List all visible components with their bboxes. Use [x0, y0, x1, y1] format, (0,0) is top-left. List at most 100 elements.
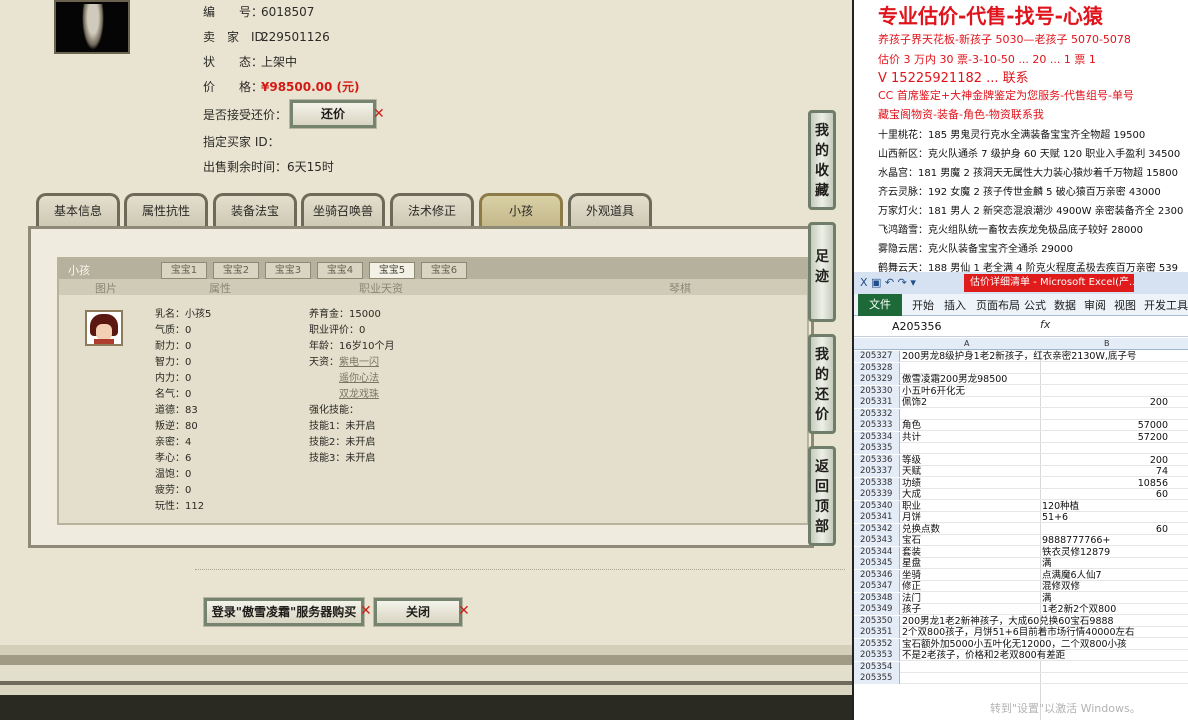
cell-a[interactable]: 修正: [902, 581, 921, 592]
table-row[interactable]: 205330 小五叶6开化无: [854, 385, 1188, 397]
row-number[interactable]: 205338: [854, 477, 900, 489]
table-row[interactable]: 205347 修正 混修双修: [854, 581, 1188, 592]
row-number[interactable]: 205354: [854, 661, 900, 673]
cell-a[interactable]: 套装: [902, 547, 921, 558]
cell-b[interactable]: 200: [1150, 397, 1168, 408]
tab-baby-5[interactable]: 宝宝5: [369, 262, 415, 279]
cell-b[interactable]: 1老2新2个双800: [1042, 604, 1116, 615]
row-number[interactable]: 205337: [854, 466, 900, 477]
row-number[interactable]: 205327: [854, 351, 900, 362]
cell-b[interactable]: 200: [1150, 455, 1168, 466]
table-row[interactable]: 205328: [854, 362, 1188, 374]
cell-a[interactable]: 角色: [902, 420, 921, 431]
table-row[interactable]: 205353 不是2老孩子，价格和2老双800有差距: [854, 650, 1188, 661]
name-box[interactable]: A205356: [886, 318, 1006, 335]
tab-page-layout[interactable]: 页面布局: [976, 297, 1020, 313]
row-number[interactable]: 205352: [854, 638, 900, 650]
row-number[interactable]: 205349: [854, 604, 900, 615]
my-counter-offers-button[interactable]: 我 的 还 价: [808, 334, 836, 434]
quick-access-toolbar[interactable]: X ▣ ↶ ↷ ▾: [860, 276, 916, 289]
cell-b[interactable]: 74: [1156, 466, 1168, 477]
tab-basic-info[interactable]: 基本信息: [36, 193, 120, 227]
row-number[interactable]: 205345: [854, 558, 900, 569]
row-number[interactable]: 205330: [854, 385, 900, 397]
tab-children[interactable]: 小孩: [479, 193, 563, 227]
table-row[interactable]: 205354: [854, 661, 1188, 673]
tab-data[interactable]: 数据: [1054, 297, 1076, 313]
table-row[interactable]: 205355: [854, 673, 1188, 684]
table-row[interactable]: 205350 200男龙1老2新神孩子，大成60兑换60宝石9888: [854, 615, 1188, 627]
cell-a[interactable]: 大成: [902, 489, 921, 500]
cell-a[interactable]: 200男龙8级护身1老2新孩子，红衣亲密2130W,底子号: [902, 351, 1136, 362]
cell-b[interactable]: 9888777766+: [1042, 535, 1110, 546]
cell-b[interactable]: 57000: [1138, 420, 1168, 431]
table-row[interactable]: 205340 职业 120种植: [854, 500, 1188, 512]
table-row[interactable]: 205329 傲雪凌霜200男龙98500: [854, 374, 1188, 385]
talent-link[interactable]: 双龙戏珠: [339, 387, 379, 403]
tab-view[interactable]: 视图: [1114, 297, 1136, 313]
cell-b[interactable]: 60: [1156, 524, 1168, 535]
tab-file[interactable]: 文件: [858, 294, 902, 316]
row-number[interactable]: 205342: [854, 523, 900, 535]
cell-b[interactable]: 60: [1156, 489, 1168, 500]
tab-baby-1[interactable]: 宝宝1: [161, 262, 207, 279]
cell-a[interactable]: 星盘: [902, 558, 921, 569]
talent-link[interactable]: 遥你心法: [339, 371, 379, 387]
cell-a[interactable]: 孩子: [902, 604, 921, 615]
col-header[interactable]: A: [964, 339, 969, 348]
table-row[interactable]: 205344 套装 铁衣灵修12879: [854, 546, 1188, 558]
table-row[interactable]: 205352 宝石额外加5000小五叶化无12000，二个双800小孩: [854, 638, 1188, 650]
tab-equipment[interactable]: 装备法宝: [213, 193, 297, 227]
tab-review[interactable]: 审阅: [1084, 297, 1106, 313]
table-row[interactable]: 205343 宝石 9888777766+: [854, 535, 1188, 546]
tab-home[interactable]: 开始: [912, 297, 934, 313]
cell-a[interactable]: 功绩: [902, 478, 921, 489]
table-row[interactable]: 205335: [854, 443, 1188, 454]
table-row[interactable]: 205349 孩子 1老2新2个双800: [854, 604, 1188, 615]
tab-baby-4[interactable]: 宝宝4: [317, 262, 363, 279]
cell-a[interactable]: 小五叶6开化无: [902, 386, 965, 397]
row-number[interactable]: 205344: [854, 546, 900, 558]
col-header[interactable]: B: [1104, 339, 1110, 348]
cell-b[interactable]: 混修双修: [1042, 581, 1080, 592]
close-button[interactable]: 关闭: [374, 598, 462, 626]
table-row[interactable]: 205333 角色 57000: [854, 420, 1188, 431]
row-number[interactable]: 205329: [854, 374, 900, 385]
table-row[interactable]: 205334 共计 57200: [854, 431, 1188, 443]
cell-b[interactable]: 57200: [1138, 432, 1168, 443]
cell-a[interactable]: 200男龙1老2新神孩子，大成60兑换60宝石9888: [902, 616, 1114, 627]
tab-baby-6[interactable]: 宝宝6: [421, 262, 467, 279]
cell-a[interactable]: 天赋: [902, 466, 921, 477]
cell-a[interactable]: 等级: [902, 455, 921, 466]
cell-b[interactable]: 51+6: [1042, 512, 1068, 523]
my-favorites-button[interactable]: 我 的 收 藏: [808, 110, 836, 210]
tab-spells[interactable]: 法术修正: [390, 193, 474, 227]
tab-developer[interactable]: 开发工具: [1144, 297, 1188, 313]
row-number[interactable]: 205333: [854, 420, 900, 431]
row-number[interactable]: 205355: [854, 673, 900, 684]
row-number[interactable]: 205331: [854, 397, 900, 408]
row-number[interactable]: 205346: [854, 569, 900, 581]
row-number[interactable]: 205328: [854, 362, 900, 374]
row-number[interactable]: 205347: [854, 581, 900, 592]
cell-a[interactable]: 月饼: [902, 512, 921, 523]
cell-a[interactable]: 宝石额外加5000小五叶化无12000，二个双800小孩: [902, 639, 1127, 650]
row-number[interactable]: 205332: [854, 408, 900, 420]
cell-a[interactable]: 佩饰2: [902, 397, 927, 408]
cell-a[interactable]: 职业: [902, 501, 921, 512]
table-row[interactable]: 205345 星盘 满: [854, 558, 1188, 569]
table-row[interactable]: 205337 天赋 74: [854, 466, 1188, 477]
login-buy-button[interactable]: 登录"傲雪凌霜"服务器购买: [204, 598, 364, 626]
tab-insert[interactable]: 插入: [944, 297, 966, 313]
cell-a[interactable]: 2个双800孩子，月饼51+6目前着市场行情40000左右: [902, 627, 1135, 638]
cell-a[interactable]: 坐骑: [902, 570, 921, 581]
tab-mounts[interactable]: 坐骑召唤兽: [301, 193, 385, 227]
row-number[interactable]: 205340: [854, 500, 900, 512]
row-number[interactable]: 205341: [854, 512, 900, 523]
row-number[interactable]: 205339: [854, 489, 900, 500]
table-row[interactable]: 205327 200男龙8级护身1老2新孩子，红衣亲密2130W,底子号: [854, 351, 1188, 362]
cell-a[interactable]: 共计: [902, 432, 921, 443]
row-number[interactable]: 205351: [854, 627, 900, 638]
tab-appearance[interactable]: 外观道具: [568, 193, 652, 227]
table-row[interactable]: 205348 法门 满: [854, 592, 1188, 604]
